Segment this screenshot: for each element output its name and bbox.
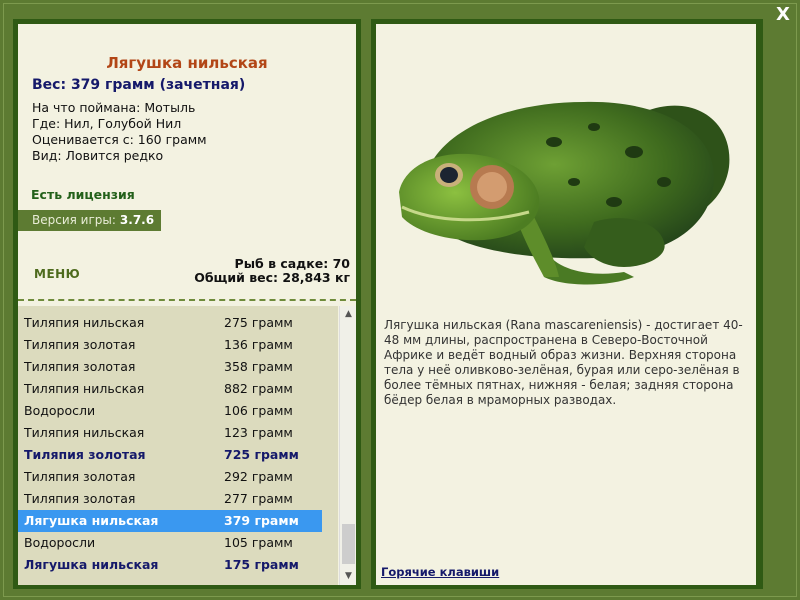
catch-row-weight: 379 грамм bbox=[224, 513, 299, 528]
catch-row-weight: 136 грамм bbox=[224, 337, 293, 352]
scroll-up-arrow-icon[interactable]: ▲ bbox=[340, 306, 356, 323]
catch-row-weight: 175 грамм bbox=[224, 557, 299, 572]
close-button[interactable]: X bbox=[772, 4, 794, 26]
catch-list-row[interactable]: Тиляпия золотая 277 грамм bbox=[18, 488, 322, 510]
catch-row-name: Тиляпия нильская bbox=[24, 425, 145, 440]
catch-row-name: Водоросли bbox=[24, 535, 96, 550]
catch-list-row[interactable]: Водоросли 106 грамм bbox=[18, 400, 322, 422]
scrollbar-thumb[interactable] bbox=[342, 524, 355, 564]
catch-row-name: Водоросли bbox=[24, 403, 96, 418]
catch-list-row[interactable]: Тиляпия нильская 882 грамм bbox=[18, 378, 322, 400]
catch-list[interactable]: Тиляпия нильская 275 грамм Тиляпия золотая… bbox=[18, 306, 338, 585]
caught-on-text: На что поймана: Мотыль bbox=[32, 100, 196, 115]
keepnet-fish-count: Рыб в садке: 70 bbox=[234, 256, 350, 271]
catch-list-row[interactable]: Тиляпия нильская 275 грамм bbox=[18, 312, 322, 334]
left-panel-content: Лягушка нильская Вес: 379 грамм (зачетна… bbox=[18, 24, 356, 585]
valued-from-text: Оценивается с: 160 грамм bbox=[32, 132, 207, 147]
catch-list-row[interactable]: Тиляпия золотая 725 грамм bbox=[18, 444, 322, 466]
catch-row-name: Тиляпия золотая bbox=[24, 359, 136, 374]
catch-row-name: Тиляпия золотая bbox=[24, 491, 136, 506]
catch-row-name: Тиляпия золотая bbox=[24, 447, 146, 462]
catch-list-scrollbar[interactable]: ▲ ▼ bbox=[339, 306, 356, 585]
license-status: Есть лицензия bbox=[31, 187, 135, 202]
catch-list-row[interactable]: Водоросли 105 грамм bbox=[18, 532, 322, 554]
catch-row-weight: 358 грамм bbox=[224, 359, 293, 374]
catch-list-row[interactable]: Лягушка нильская 379 грамм bbox=[18, 510, 322, 532]
scroll-down-arrow-icon[interactable]: ▼ bbox=[340, 568, 356, 585]
catch-row-name: Тиляпия нильская bbox=[24, 315, 145, 330]
catch-list-row[interactable]: Тиляпия золотая 136 грамм bbox=[18, 334, 322, 356]
version-badge: Версия игры: 3.7.6 bbox=[18, 210, 161, 231]
fish-description: Лягушка нильская (Rana mascareniensis) -… bbox=[384, 318, 743, 407]
catch-row-weight: 292 грамм bbox=[224, 469, 293, 484]
frog-image bbox=[399, 101, 730, 285]
catch-list-row[interactable]: Лягушка нильская 175 грамм bbox=[18, 554, 322, 576]
location-text: Где: Нил, Голубой Нил bbox=[32, 116, 182, 131]
close-icon[interactable]: X bbox=[776, 4, 790, 25]
catch-row-weight: 106 грамм bbox=[224, 403, 293, 418]
catch-row-weight: 123 грамм bbox=[224, 425, 293, 440]
catch-row-weight: 105 грамм bbox=[224, 535, 293, 550]
version-value: 3.7.6 bbox=[119, 213, 155, 227]
right-panel-content: Лягушка нильская (Rana mascareniensis) -… bbox=[376, 24, 756, 585]
catch-row-name: Лягушка нильская bbox=[24, 513, 159, 528]
fish-weight: Вес: 379 грамм (зачетная) bbox=[32, 77, 246, 93]
catch-list-row[interactable]: Тиляпия нильская 123 грамм bbox=[18, 422, 322, 444]
catch-row-name: Тиляпия золотая bbox=[24, 469, 136, 484]
catch-list-row[interactable]: Тиляпия золотая 292 грамм bbox=[18, 466, 322, 488]
catch-row-weight: 725 грамм bbox=[224, 447, 299, 462]
right-panel: Лягушка нильская (Rana mascareniensis) -… bbox=[371, 19, 763, 589]
hotkeys-link[interactable]: Горячие клавиши bbox=[381, 565, 499, 579]
rarity-text: Вид: Ловится редко bbox=[32, 148, 164, 163]
catch-list-row[interactable]: Тиляпия золотая 358 грамм bbox=[18, 356, 322, 378]
left-panel: Лягушка нильская Вес: 379 грамм (зачетна… bbox=[13, 19, 361, 589]
version-label: Версия игры: bbox=[32, 213, 116, 227]
menu-button[interactable]: МЕНЮ bbox=[34, 267, 80, 281]
keepnet-total-weight: Общий вес: 28,843 кг bbox=[194, 270, 350, 285]
catch-row-name: Тиляпия нильская bbox=[24, 381, 145, 396]
catch-row-name: Лягушка нильская bbox=[24, 557, 159, 572]
fish-title: Лягушка нильская bbox=[106, 54, 268, 72]
catch-row-name: Тиляпия золотая bbox=[24, 337, 136, 352]
catch-row-weight: 882 грамм bbox=[224, 381, 293, 396]
dashed-divider bbox=[18, 299, 356, 301]
catch-row-weight: 275 грамм bbox=[224, 315, 293, 330]
catch-row-weight: 277 грамм bbox=[224, 491, 293, 506]
